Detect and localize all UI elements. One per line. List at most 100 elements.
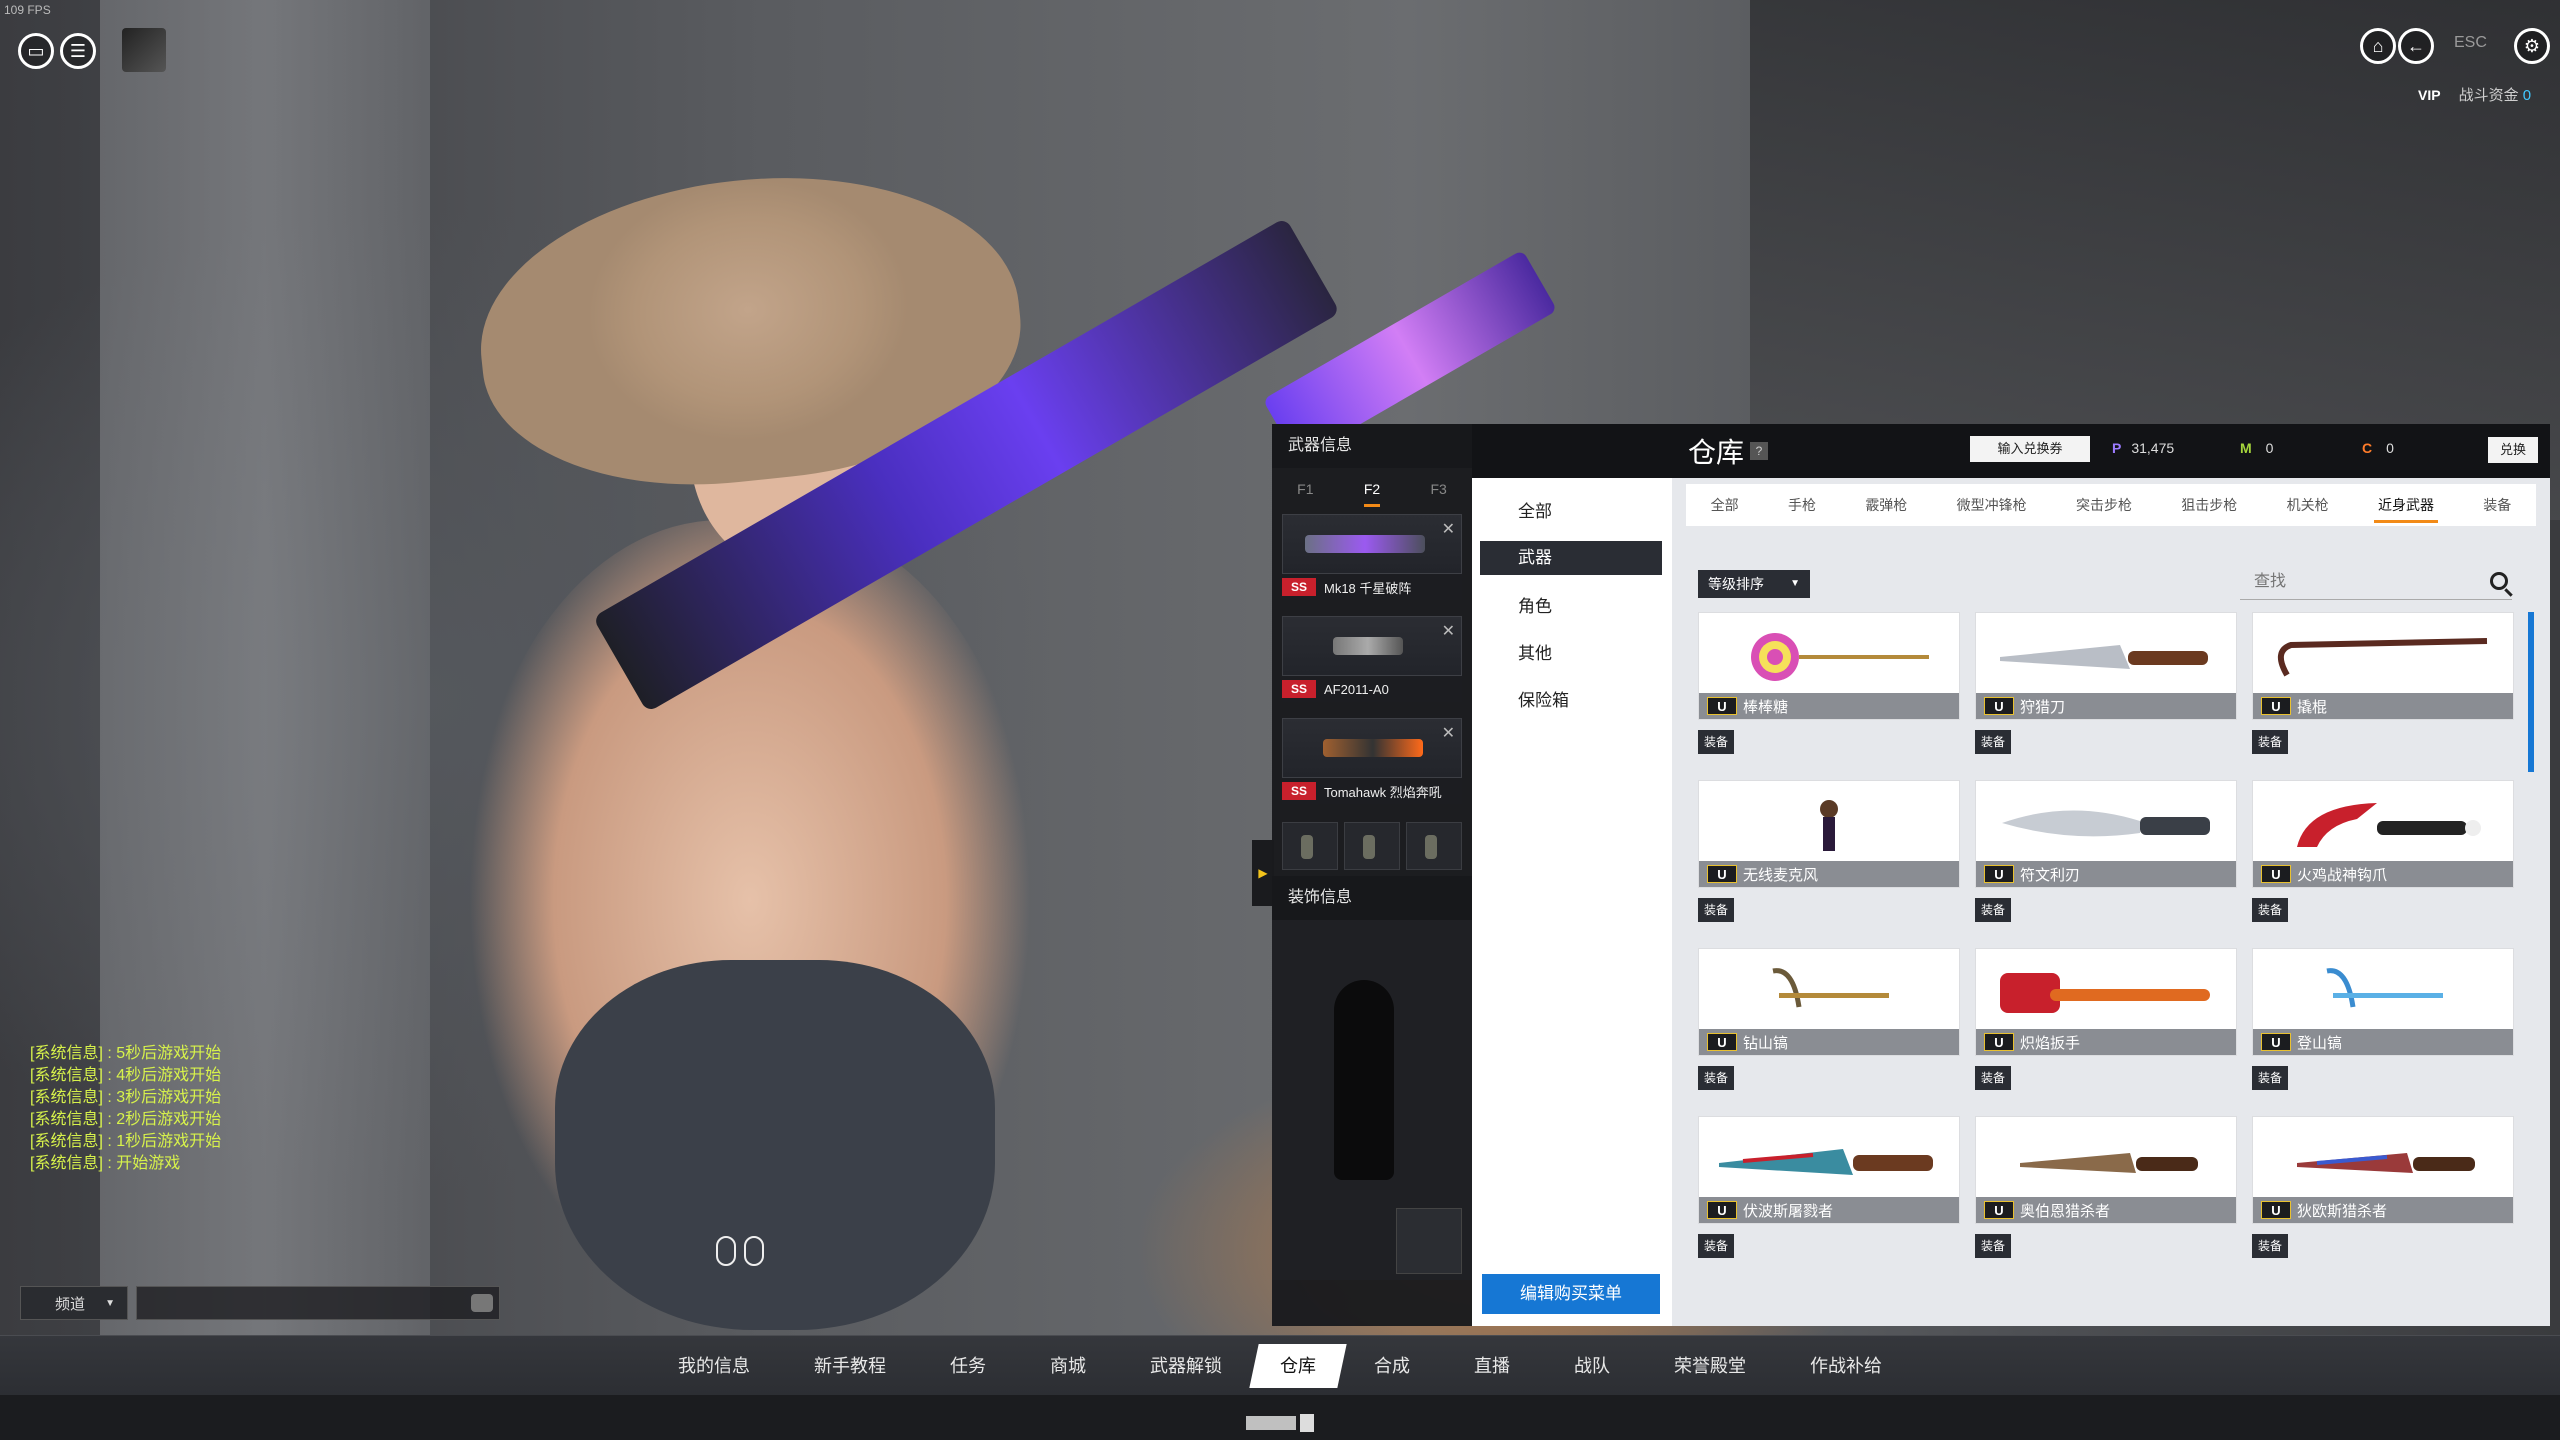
- nav-warehouse[interactable]: 仓库: [1249, 1343, 1347, 1388]
- equip-button[interactable]: 装备: [1975, 1066, 2011, 1090]
- equip-button[interactable]: 装备: [2252, 898, 2288, 922]
- nav-clan[interactable]: 战队: [1542, 1344, 1642, 1388]
- fps-counter: 109 FPS: [4, 3, 51, 17]
- item-tile[interactable]: U 狄欧斯猎杀者 装备: [2252, 1116, 2514, 1266]
- subtab-sniper[interactable]: 狙击步枪: [2177, 495, 2241, 515]
- weapon-slot-secondary[interactable]: ✕ SS AF2011-A0: [1282, 616, 1462, 714]
- chat-bubble-icon[interactable]: [471, 1294, 493, 1312]
- item-card[interactable]: U 伏波斯屠戮者: [1698, 1116, 1960, 1224]
- panel-collapse-arrow[interactable]: ▶: [1252, 840, 1274, 906]
- scrollbar-thumb[interactable]: [2528, 612, 2534, 772]
- equip-button[interactable]: 装备: [1698, 730, 1734, 754]
- rune-blade-icon: [2002, 810, 2210, 837]
- nav-tutorial[interactable]: 新手教程: [782, 1344, 918, 1388]
- equip-button[interactable]: 装备: [1975, 1234, 2011, 1258]
- item-card[interactable]: U 狩猎刀: [1975, 612, 2237, 720]
- subtab-equipment[interactable]: 装备: [2479, 495, 2515, 515]
- equip-button[interactable]: 装备: [1698, 1234, 1734, 1258]
- subtab-shotgun[interactable]: 霰弹枪: [1861, 495, 1911, 515]
- item-card[interactable]: U 钻山镐: [1698, 948, 1960, 1056]
- close-icon[interactable]: ✕: [1442, 723, 1455, 743]
- search-input[interactable]: [2240, 566, 2470, 598]
- item-tile[interactable]: U 炽焰扳手 装备: [1975, 948, 2237, 1098]
- player-avatar[interactable]: [122, 28, 166, 72]
- item-card[interactable]: U 无线麦克风: [1698, 780, 1960, 888]
- item-tile[interactable]: U 撬棍 装备: [2252, 612, 2514, 762]
- item-name: 棒棒糖: [1743, 698, 1789, 716]
- tab-f2[interactable]: F2: [1339, 481, 1406, 507]
- item-card[interactable]: U 符文利刃: [1975, 780, 2237, 888]
- home-icon[interactable]: ⌂: [2360, 28, 2396, 64]
- nav-craft[interactable]: 合成: [1342, 1344, 1442, 1388]
- nav-missions[interactable]: 任务: [918, 1344, 1018, 1388]
- nav-supply[interactable]: 作战补给: [1778, 1344, 1914, 1388]
- category-all[interactable]: 全部: [1480, 488, 1662, 535]
- item-card[interactable]: U 狄欧斯猎杀者: [2252, 1116, 2514, 1224]
- equip-button[interactable]: 装备: [2252, 1234, 2288, 1258]
- item-card[interactable]: U 炽焰扳手: [1975, 948, 2237, 1056]
- search-icon[interactable]: [2490, 572, 2508, 590]
- subtab-all[interactable]: 全部: [1707, 495, 1743, 515]
- subtab-smg[interactable]: 微型冲锋枪: [1953, 495, 2031, 515]
- redeem-coupon-button[interactable]: 输入兑换券: [1970, 436, 2090, 462]
- item-tile[interactable]: U 无线麦克风 装备: [1698, 780, 1960, 930]
- category-other[interactable]: 其他: [1480, 630, 1662, 677]
- equip-button[interactable]: 装备: [1975, 898, 2011, 922]
- back-arrow-icon[interactable]: ←: [2398, 28, 2434, 64]
- item-tile[interactable]: U 棒棒糖 装备: [1698, 612, 1960, 762]
- tab-f3[interactable]: F3: [1405, 481, 1472, 497]
- item-card[interactable]: U 登山镐: [2252, 948, 2514, 1056]
- search-box: [2240, 566, 2512, 600]
- nav-my-info[interactable]: 我的信息: [646, 1344, 782, 1388]
- subtab-melee[interactable]: 近身武器: [2373, 495, 2438, 523]
- category-safe[interactable]: 保险箱: [1480, 677, 1662, 724]
- menu-icon[interactable]: ☰: [60, 33, 96, 69]
- equip-button[interactable]: 装备: [1698, 1066, 1734, 1090]
- item-tile[interactable]: U 钻山镐 装备: [1698, 948, 1960, 1098]
- edit-buy-menu-button[interactable]: 编辑购买菜单: [1482, 1274, 1660, 1314]
- item-tile[interactable]: U 登山镐 装备: [2252, 948, 2514, 1098]
- item-card[interactable]: U 撬棍: [2252, 612, 2514, 720]
- nav-hall-of-fame[interactable]: 荣誉殿堂: [1642, 1344, 1778, 1388]
- item-card[interactable]: U 奥伯恩猎杀者: [1975, 1116, 2237, 1224]
- item-tile[interactable]: U 符文利刃 装备: [1975, 780, 2237, 930]
- weapon-slot-primary[interactable]: ✕ SS Mk18 千星破阵: [1282, 514, 1462, 612]
- grenade-slot[interactable]: [1282, 822, 1338, 870]
- close-icon[interactable]: ✕: [1442, 621, 1455, 641]
- tab-f1[interactable]: F1: [1272, 481, 1339, 497]
- grade-badge: U: [2261, 697, 2291, 715]
- equip-button[interactable]: 装备: [1975, 730, 2011, 754]
- item-scrollbar[interactable]: [2528, 612, 2534, 1272]
- subtab-pistol[interactable]: 手枪: [1784, 495, 1820, 515]
- weapon-slot-melee[interactable]: ✕ SS Tomahawk 烈焰奔吼: [1282, 718, 1462, 816]
- grenade-slot[interactable]: [1344, 822, 1400, 870]
- chat-input[interactable]: [136, 1286, 500, 1320]
- item-card[interactable]: U 棒棒糖: [1698, 612, 1960, 720]
- chat-toggle-icon[interactable]: ▭: [18, 33, 54, 69]
- category-characters[interactable]: 角色: [1480, 583, 1662, 630]
- sort-dropdown[interactable]: 等级排序 ▼: [1698, 570, 1810, 598]
- nav-shop[interactable]: 商城: [1018, 1344, 1118, 1388]
- item-tile[interactable]: U 伏波斯屠戮者 装备: [1698, 1116, 1960, 1266]
- equip-button[interactable]: 装备: [2252, 730, 2288, 754]
- equip-button[interactable]: 装备: [2252, 1066, 2288, 1090]
- nav-weapon-unlock[interactable]: 武器解锁: [1118, 1344, 1254, 1388]
- grade-badge: U: [2261, 865, 2291, 883]
- close-icon[interactable]: ✕: [1442, 519, 1455, 539]
- item-tile[interactable]: U 狩猎刀 装备: [1975, 612, 2237, 762]
- item-card[interactable]: U 火鸡战神钩爪: [2252, 780, 2514, 888]
- exchange-button[interactable]: 兑换: [2488, 437, 2538, 463]
- subtab-machine-gun[interactable]: 机关枪: [2283, 495, 2333, 515]
- nav-live[interactable]: 直播: [1442, 1344, 1542, 1388]
- equip-button[interactable]: 装备: [1698, 898, 1734, 922]
- help-icon[interactable]: ?: [1750, 442, 1769, 460]
- decor-slot[interactable]: [1396, 1208, 1462, 1274]
- esc-label[interactable]: ESC: [2454, 34, 2487, 52]
- category-weapons[interactable]: 武器: [1480, 541, 1662, 575]
- gear-icon[interactable]: ⚙: [2514, 28, 2550, 64]
- chat-channel-dropdown[interactable]: 频道 ▼: [20, 1286, 128, 1320]
- grenade-slot[interactable]: [1406, 822, 1462, 870]
- item-tile[interactable]: U 火鸡战神钩爪 装备: [2252, 780, 2514, 930]
- subtab-assault-rifle[interactable]: 突击步枪: [2072, 495, 2136, 515]
- item-tile[interactable]: U 奥伯恩猎杀者 装备: [1975, 1116, 2237, 1266]
